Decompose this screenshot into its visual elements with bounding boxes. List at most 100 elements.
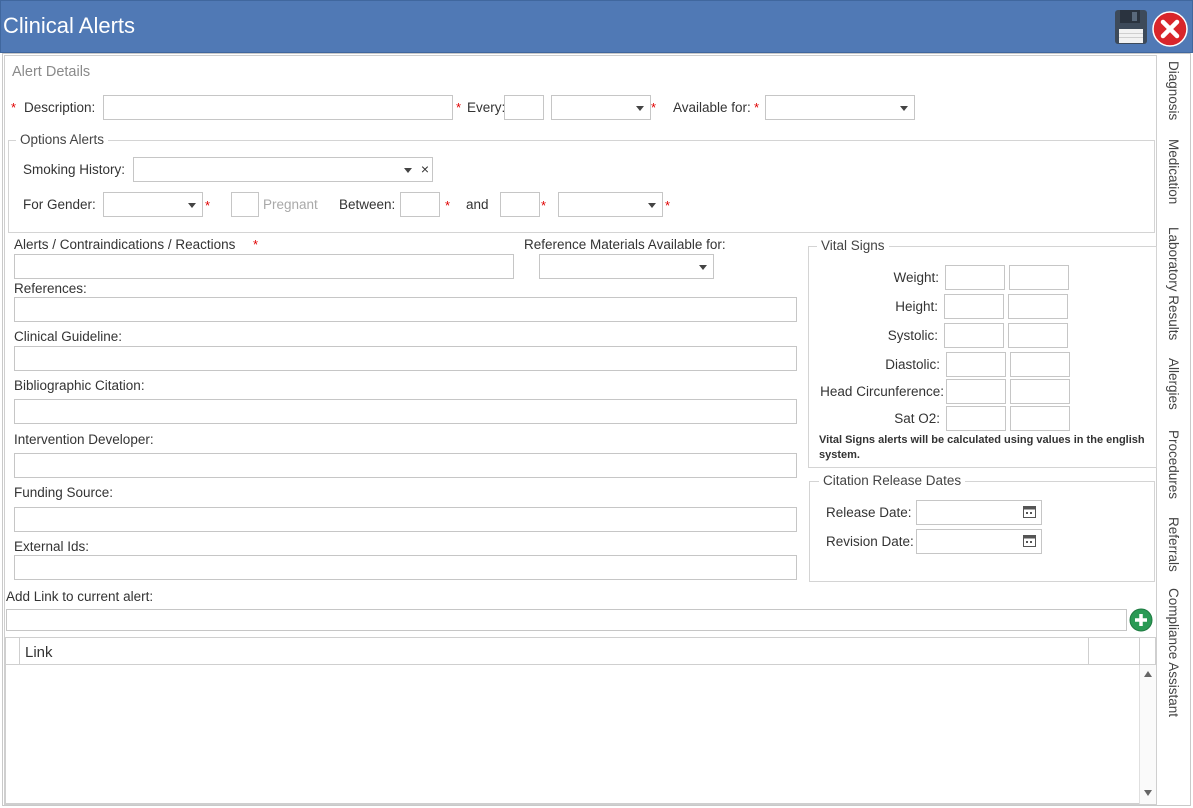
alerts-contraindications-input[interactable] bbox=[14, 254, 514, 279]
systolic-min-input[interactable] bbox=[944, 323, 1004, 348]
column-divider bbox=[1088, 637, 1089, 665]
required-mark: * bbox=[253, 237, 259, 252]
for-gender-label: For Gender: bbox=[23, 197, 96, 212]
weight-min-input[interactable] bbox=[945, 265, 1005, 290]
reference-materials-select[interactable] bbox=[539, 254, 714, 279]
every-number-input[interactable] bbox=[504, 95, 544, 120]
required-mark: * bbox=[456, 100, 462, 115]
dropdown-arrow-icon bbox=[900, 105, 908, 111]
revision-date-input[interactable] bbox=[916, 529, 1042, 554]
available-for-select[interactable] bbox=[765, 95, 915, 120]
release-date-input[interactable] bbox=[916, 500, 1042, 525]
weight-label: Weight: bbox=[893, 270, 939, 285]
vital-signs-legend: Vital Signs bbox=[817, 238, 889, 253]
required-mark: * bbox=[445, 198, 451, 213]
required-mark: * bbox=[651, 100, 657, 115]
external-ids-label: External Ids: bbox=[14, 539, 90, 554]
tab-diagnosis[interactable]: Diagnosis bbox=[1166, 61, 1181, 120]
between-label: Between: bbox=[339, 197, 396, 212]
height-label: Height: bbox=[895, 299, 938, 314]
dropdown-arrow-icon bbox=[636, 105, 644, 111]
column-divider bbox=[19, 637, 20, 665]
age-from-input[interactable] bbox=[400, 192, 440, 217]
save-icon[interactable] bbox=[1114, 9, 1148, 45]
link-column-header[interactable]: Link bbox=[25, 644, 53, 661]
required-mark: * bbox=[665, 198, 671, 213]
scroll-down-icon[interactable] bbox=[1144, 790, 1152, 796]
calendar-icon[interactable] bbox=[1023, 505, 1036, 518]
options-alerts-legend: Options Alerts bbox=[16, 132, 109, 147]
head-circumference-min-input[interactable] bbox=[946, 379, 1006, 404]
sat-o2-label: Sat O2: bbox=[894, 411, 940, 426]
height-max-input[interactable] bbox=[1008, 294, 1068, 319]
title-bar bbox=[0, 0, 1193, 53]
clear-icon[interactable]: × bbox=[421, 161, 429, 177]
systolic-label: Systolic: bbox=[887, 328, 938, 343]
tab-allergies[interactable]: Allergies bbox=[1166, 358, 1181, 410]
description-label: Description: bbox=[24, 100, 96, 115]
column-divider bbox=[1139, 637, 1140, 665]
add-link-icon[interactable] bbox=[1129, 608, 1153, 632]
tab-compliance-assistant[interactable]: Compliance Assistant bbox=[1166, 588, 1181, 717]
age-unit-select[interactable] bbox=[558, 192, 663, 217]
citation-dates-legend: Citation Release Dates bbox=[819, 473, 966, 488]
and-label: and bbox=[466, 197, 489, 212]
bibliographic-citation-input[interactable] bbox=[14, 399, 797, 424]
alerts-contraindications-label: Alerts / Contraindications / Reactions bbox=[14, 237, 236, 252]
description-input[interactable] bbox=[103, 95, 453, 120]
link-table-header bbox=[5, 637, 1156, 665]
smoking-history-label: Smoking History: bbox=[23, 162, 126, 177]
dropdown-arrow-icon bbox=[404, 167, 412, 173]
reference-materials-label: Reference Materials Available for: bbox=[524, 237, 726, 252]
tab-referrals[interactable]: Referrals bbox=[1166, 517, 1181, 572]
options-alerts-group bbox=[8, 140, 1155, 233]
close-icon[interactable] bbox=[1152, 11, 1188, 47]
external-ids-input[interactable] bbox=[14, 555, 797, 580]
diastolic-max-input[interactable] bbox=[1010, 352, 1070, 377]
funding-source-input[interactable] bbox=[14, 507, 797, 532]
systolic-max-input[interactable] bbox=[1008, 323, 1068, 348]
vital-signs-note: Vital Signs alerts will be calculated us… bbox=[819, 434, 1145, 461]
every-unit-select[interactable] bbox=[551, 95, 651, 120]
sat-o2-max-input[interactable] bbox=[1010, 406, 1070, 431]
every-label: Every: bbox=[467, 100, 506, 115]
gender-select[interactable] bbox=[103, 192, 203, 217]
table-scrollbar[interactable] bbox=[1139, 665, 1156, 804]
references-input[interactable] bbox=[14, 297, 797, 322]
weight-max-input[interactable] bbox=[1009, 265, 1069, 290]
scroll-up-icon[interactable] bbox=[1144, 671, 1152, 677]
intervention-developer-label: Intervention Developer: bbox=[14, 432, 154, 447]
release-date-label: Release Date: bbox=[826, 505, 912, 520]
smoking-history-select[interactable]: × bbox=[133, 157, 433, 182]
window-title: Clinical Alerts bbox=[3, 13, 136, 38]
pregnant-label: Pregnant bbox=[263, 197, 318, 212]
pregnant-checkbox[interactable] bbox=[231, 192, 259, 217]
diastolic-label: Diastolic: bbox=[885, 357, 940, 372]
funding-source-label: Funding Source: bbox=[14, 485, 114, 500]
dropdown-arrow-icon bbox=[699, 264, 707, 270]
tab-procedures[interactable]: Procedures bbox=[1166, 430, 1181, 499]
age-to-input[interactable] bbox=[500, 192, 540, 217]
add-link-input[interactable] bbox=[6, 609, 1127, 631]
required-mark: * bbox=[541, 198, 547, 213]
dropdown-arrow-icon bbox=[648, 202, 656, 208]
diastolic-min-input[interactable] bbox=[946, 352, 1006, 377]
required-mark: * bbox=[754, 100, 760, 115]
required-mark: * bbox=[205, 198, 211, 213]
add-link-label: Add Link to current alert: bbox=[6, 589, 154, 604]
revision-date-label: Revision Date: bbox=[826, 534, 914, 549]
calendar-icon[interactable] bbox=[1023, 534, 1036, 547]
required-mark: * bbox=[11, 100, 17, 115]
clinical-guideline-label: Clinical Guideline: bbox=[14, 329, 123, 344]
head-circumference-max-input[interactable] bbox=[1010, 379, 1070, 404]
tab-medication[interactable]: Medication bbox=[1166, 139, 1181, 204]
dropdown-arrow-icon bbox=[188, 202, 196, 208]
bibliographic-citation-label: Bibliographic Citation: bbox=[14, 378, 145, 393]
tab-laboratory-results[interactable]: Laboratory Results bbox=[1166, 227, 1181, 340]
height-min-input[interactable] bbox=[944, 294, 1004, 319]
alert-details-heading: Alert Details bbox=[12, 64, 91, 80]
available-for-label: Available for: bbox=[673, 100, 751, 115]
sat-o2-min-input[interactable] bbox=[946, 406, 1006, 431]
clinical-guideline-input[interactable] bbox=[14, 346, 797, 371]
intervention-developer-input[interactable] bbox=[14, 453, 797, 478]
